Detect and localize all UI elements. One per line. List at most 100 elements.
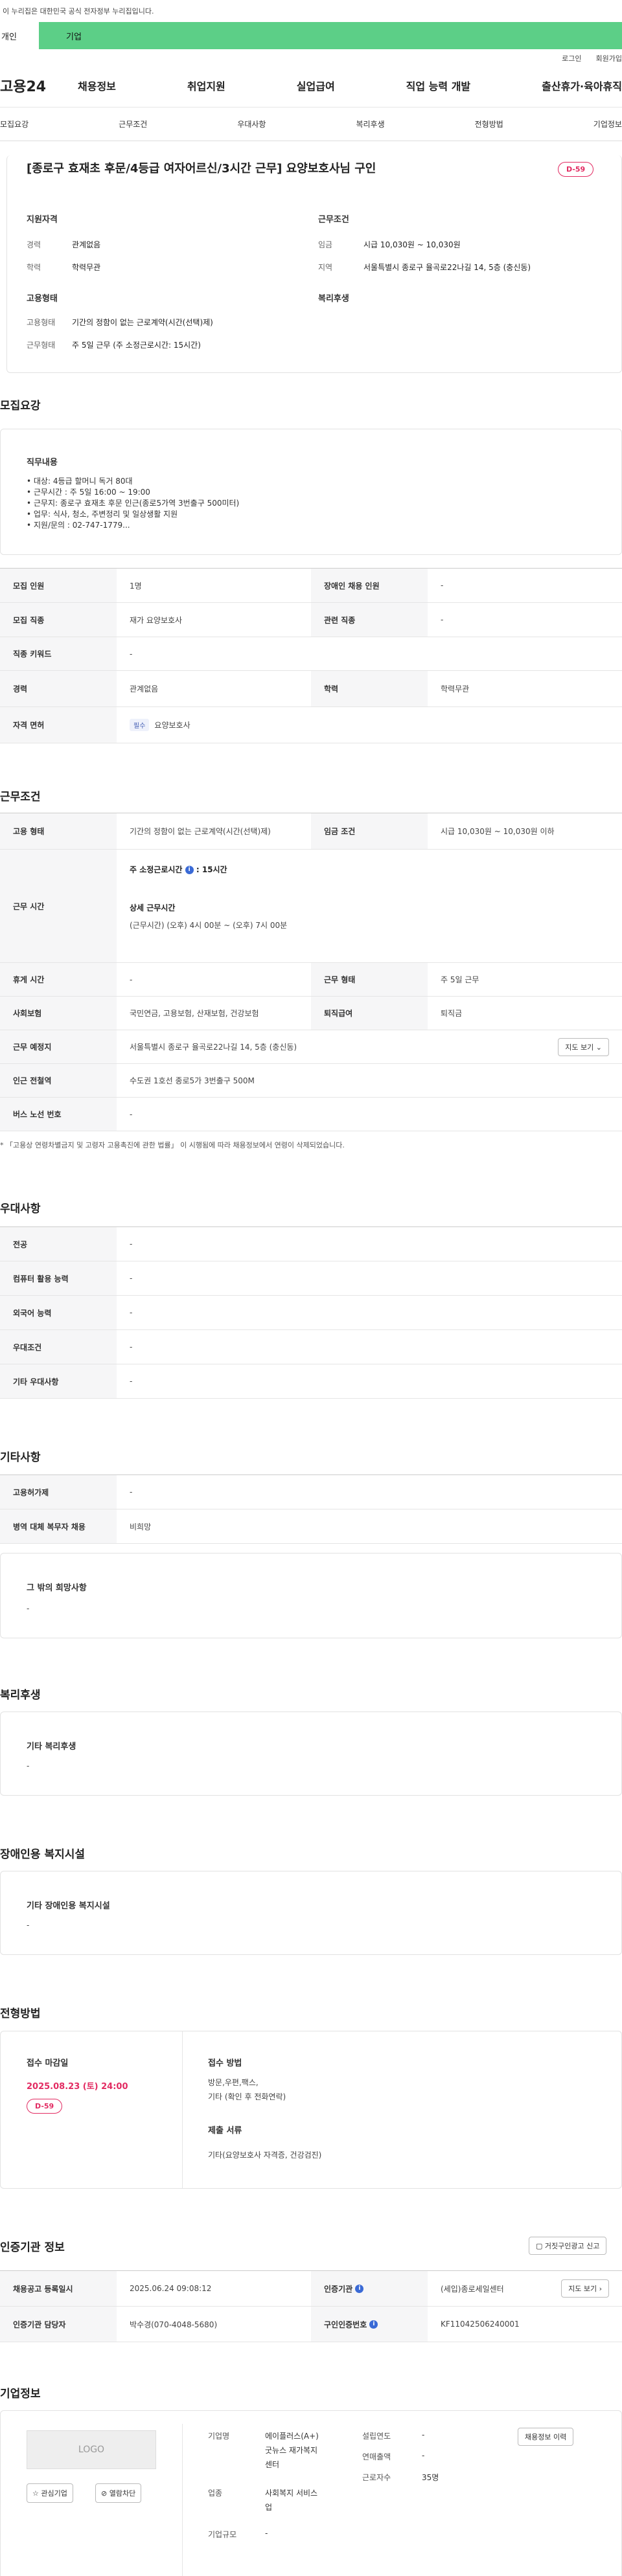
section-title-company: 기업정보 xyxy=(0,2388,41,2401)
anchor-work[interactable]: 근무조건 xyxy=(119,119,147,130)
wish-value: - xyxy=(27,1604,30,1613)
td-value: 국민연금, 고용보험, 산재보험, 건강보험 xyxy=(130,1009,259,1018)
dday-badge: D-59 xyxy=(27,2099,63,2114)
td-value: - xyxy=(441,581,444,590)
th-label: 자격 면허 xyxy=(0,707,117,743)
table-row: 사회보험 국민연금, 고용보험, 산재보험, 건강보험 퇴직급여 퇴직금 xyxy=(0,997,622,1030)
section-title-recruit: 모집요강 xyxy=(0,400,41,412)
sales-value: - xyxy=(422,2451,425,2460)
th-label: 학력 xyxy=(311,671,428,706)
selection-card: 접수 마감일 2025.08.23 (토) 24:00 D-59 접수 방법 방… xyxy=(0,2031,622,2189)
duty-line: • 지원/문의 : 02-747-1779... xyxy=(27,521,130,530)
emp-value: 기간의 정함이 없는 근로계약(시간(선택)제) xyxy=(72,318,213,327)
company-name-label: 기업명 xyxy=(208,2432,230,2441)
org-map-button[interactable]: 지도 보기 › xyxy=(561,2279,609,2298)
condition-block: 근무조건 임금 시급 10,030원 ~ 10,030원 지역 서울특별시 종로구 … xyxy=(318,212,616,273)
table-row: 경력 관계없음 학력 학력무관 xyxy=(0,671,622,707)
cond-label: 지역 xyxy=(318,263,333,272)
company-logo-placeholder: LOGO xyxy=(27,2430,156,2469)
method-heading: 접수 방법 xyxy=(208,2059,242,2068)
emp-label: 근무형태 xyxy=(27,341,56,350)
industry-label: 업종 xyxy=(208,2489,223,2498)
td-value: 시급 10,030원 ~ 10,030원 이하 xyxy=(441,827,555,836)
gnb-unemployment-benefit[interactable]: 실업급여 xyxy=(297,78,335,93)
disabled-heading: 기타 장애인용 복지시설 xyxy=(27,1901,110,1911)
cond-label: 임금 xyxy=(318,240,333,249)
detail-hours-label: 상세 근무시간 xyxy=(130,903,176,912)
anchor-recruit[interactable]: 모집요강 xyxy=(0,119,29,130)
gnb-parental-leave[interactable]: 출산휴가·육아휴직 xyxy=(542,78,622,93)
tab-person-label: 개인 xyxy=(1,32,17,42)
company-name-value: 센터 xyxy=(265,2460,280,2469)
info-icon[interactable]: i xyxy=(185,866,194,874)
anchor-welfare[interactable]: 복리후생 xyxy=(356,119,384,130)
anchor-selection[interactable]: 전형방법 xyxy=(475,119,503,130)
table-row: 직종 키워드 - xyxy=(0,637,622,671)
signup-link[interactable]: 회원가입 xyxy=(596,53,622,63)
td-value: - xyxy=(441,615,444,624)
td-value: - xyxy=(130,1274,133,1283)
qualification-block: 지원자격 경력 관계없음 학력 학력무관 xyxy=(27,212,312,273)
org-label: 인증기관 xyxy=(324,2284,353,2294)
detail-hours-value: (근무시간) (오후) 4시 00분 ~ (오후) 7시 00분 xyxy=(130,921,288,930)
disabled-card: 기타 장애인용 복지시설 - xyxy=(0,1871,622,1955)
td-value: - xyxy=(130,1308,133,1317)
duty-line: • 업무: 식사, 청소, 주변정리 및 일상생활 지원 xyxy=(27,510,178,519)
th-label: 관련 직종 xyxy=(311,603,428,637)
td-value: - xyxy=(130,649,133,659)
sales-label: 연매출액 xyxy=(362,2452,391,2461)
report-fake-ad-button[interactable]: ▢ 거짓구인광고 신고 xyxy=(529,2237,607,2255)
table-row: 컴퓨터 활용 능력 - xyxy=(0,1261,622,1296)
favorite-company-button[interactable]: ☆ 관심기업 xyxy=(27,2483,73,2503)
anchor-pref[interactable]: 우대사항 xyxy=(237,119,266,130)
cond-heading: 근무조건 xyxy=(318,215,349,225)
org-map-label: 지도 보기 xyxy=(568,2285,597,2293)
job-history-button[interactable]: 채용정보 이력 xyxy=(518,2428,574,2446)
th-label: 버스 노선 번호 xyxy=(0,1098,117,1131)
map-button[interactable]: 지도 보기 ⌄ xyxy=(558,1037,609,1056)
td-value: 기간의 정함이 없는 근로계약(시간(선택)제) xyxy=(130,827,271,836)
block-view-button[interactable]: ⊘ 열람차단 xyxy=(95,2483,142,2503)
info-icon[interactable]: i xyxy=(369,2320,378,2329)
license-value: 요양보호사 xyxy=(154,721,190,730)
td-value: 필수 요양보호사 xyxy=(117,707,622,743)
favorite-label: 관심기업 xyxy=(41,2489,67,2498)
th-label: 컴퓨터 활용 능력 xyxy=(0,1261,117,1295)
gnb-job-training[interactable]: 직업 능력 개발 xyxy=(406,78,470,93)
job-title: [종로구 효재초 후문/4등급 여자어르신/3시간 근무] 요양보호사님 구인 xyxy=(27,162,376,175)
gnb-employment-support[interactable]: 취업지원 xyxy=(187,78,225,93)
info-icon[interactable]: i xyxy=(355,2284,364,2293)
th-label: 경력 xyxy=(0,671,117,706)
table-row: 병역 대체 복무자 채용 비희망 xyxy=(0,1509,622,1544)
site-logo[interactable]: 고용24 xyxy=(0,75,78,96)
gnb-jobs[interactable]: 채용정보 xyxy=(78,78,116,93)
block-icon: ⊘ xyxy=(101,2489,108,2498)
th-label: 임금 조건 xyxy=(311,813,428,849)
employees-value: 35명 xyxy=(422,2473,439,2482)
weekly-hours-value: : 15시간 xyxy=(196,865,227,874)
td-value: 1명 xyxy=(130,581,142,591)
table-row: 모집 직종 재가 요양보호사 관련 직종 - xyxy=(0,603,622,637)
td-value: 비희망 xyxy=(130,1522,152,1531)
th-label: 인근 전철역 xyxy=(0,1064,117,1097)
map-button-label: 지도 보기 xyxy=(565,1043,594,1052)
method-value: 방문,우편,팩스, xyxy=(208,2078,259,2087)
disabled-value: - xyxy=(27,1921,30,1930)
duty-card: 직무내용 • 대상: 4등급 할머니 독거 80대 • 근무시간 : 주 5일 … xyxy=(0,429,622,555)
duty-line: • 대상: 4등급 할머니 독거 80대 xyxy=(27,477,133,486)
th-label: 모집 인원 xyxy=(0,569,117,602)
tab-person[interactable]: 개인 xyxy=(0,22,39,49)
td-value: 학력무관 xyxy=(441,684,470,694)
company-card: LOGO ☆ 관심기업 ⊘ 열람차단 기업명 에이플러스(A+) 굿뉴스 재가복… xyxy=(0,2410,622,2576)
chevron-down-icon: ⌄ xyxy=(595,1043,602,1052)
section-title-etc: 기타사항 xyxy=(0,1451,41,1464)
global-nav: 고용24 채용정보 취업지원 실업급여 직업 능력 개발 출산휴가·육아휴직 xyxy=(0,63,622,107)
tab-company[interactable]: 기업 xyxy=(39,22,622,49)
duty-line: • 근무지: 종로구 효재초 후문 인근(종로5가역 3번출구 500미터) xyxy=(27,499,240,508)
table-row: 인증기관 담당자 박수경(070-4048-5680) 구인인증번호 i KF1… xyxy=(0,2307,622,2342)
td-value: - xyxy=(130,975,133,984)
td-value: 2025.06.24 09:08:12 xyxy=(130,2284,212,2293)
login-link[interactable]: 로그인 xyxy=(562,53,581,63)
anchor-company[interactable]: 기업정보 xyxy=(593,119,622,130)
deadline-heading: 접수 마감일 xyxy=(27,2059,69,2068)
